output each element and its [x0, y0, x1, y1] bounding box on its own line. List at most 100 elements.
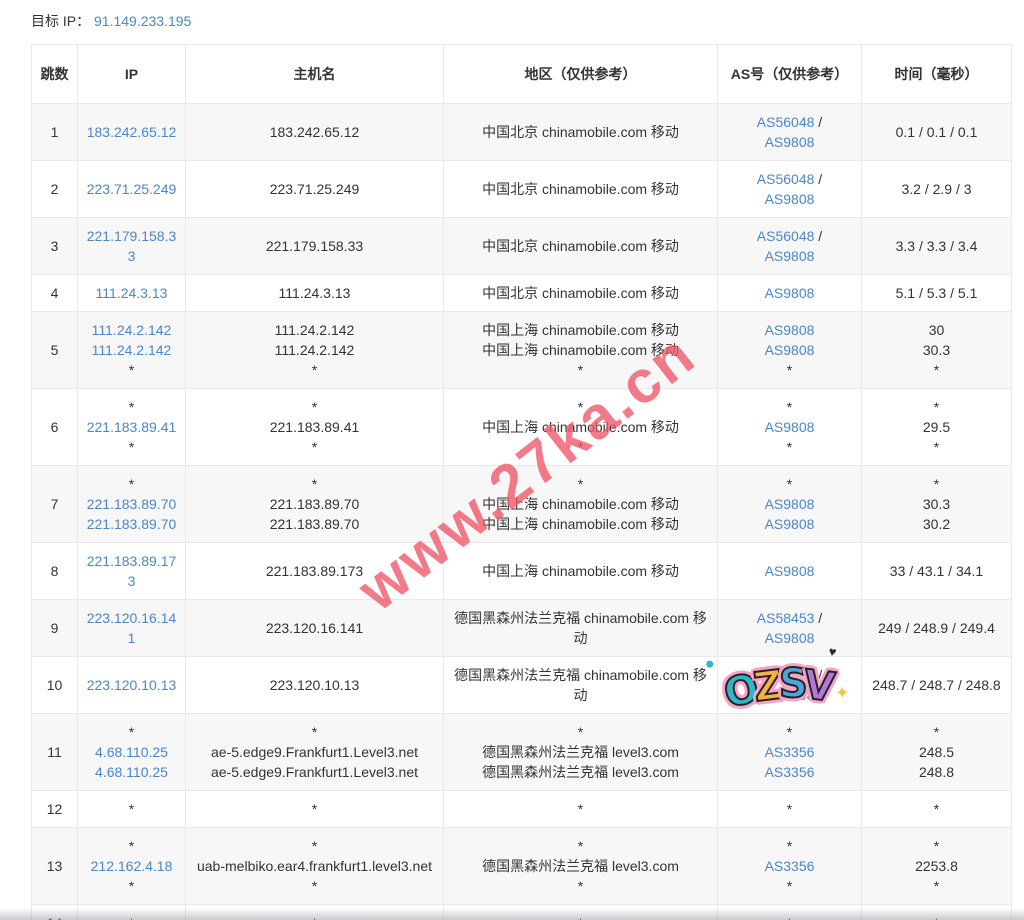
time-cell: 3030.3*: [862, 312, 1012, 389]
ip-link[interactable]: 221.183.89.70: [87, 516, 177, 532]
region-cell: *: [444, 905, 718, 920]
asn-link[interactable]: AS58453: [757, 610, 815, 626]
ip-link[interactable]: 111.24.2.142: [92, 342, 172, 358]
asn-cell: AS58453 / AS9808: [718, 600, 862, 657]
asn-separator: /: [814, 667, 822, 683]
target-ip-line: 目标 IP： 91.149.233.195: [31, 11, 1011, 31]
ip-cell: *212.162.4.18*: [78, 828, 186, 905]
ip-cell: 183.242.65.12: [78, 104, 186, 161]
region-cell: *德国黑森州法兰克福 level3.com德国黑森州法兰克福 level3.co…: [444, 714, 718, 791]
hop-cell: 7: [32, 466, 78, 543]
host-cell: 221.179.158.33: [186, 218, 444, 275]
col-header-3: 地区（仅供参考）: [444, 45, 718, 104]
region-cell: 中国北京 chinamobile.com 移动: [444, 275, 718, 312]
ip-cell: 223.71.25.249: [78, 161, 186, 218]
asn-link[interactable]: AS56048: [757, 114, 815, 130]
table-row: 5111.24.2.142111.24.2.142*111.24.2.14211…: [32, 312, 1012, 389]
ip-link[interactable]: 212.162.4.18: [91, 858, 173, 874]
hop-cell: 9: [32, 600, 78, 657]
target-ip-link[interactable]: 91.149.233.195: [94, 13, 191, 29]
asn-cell: AS9808: [718, 543, 862, 600]
table-row: 2223.71.25.249223.71.25.249中国北京 chinamob…: [32, 161, 1012, 218]
host-cell: 111.24.2.142111.24.2.142*: [186, 312, 444, 389]
time-cell: *2253.8*: [862, 828, 1012, 905]
region-cell: 德国黑森州法兰克福 chinamobile.com 移动: [444, 657, 718, 714]
hop-cell: 12: [32, 791, 78, 828]
ip-link[interactable]: 221.183.89.70: [87, 496, 177, 512]
ip-link[interactable]: 4.68.110.25: [95, 764, 168, 780]
host-cell: 223.120.16.141: [186, 600, 444, 657]
host-cell: *221.183.89.70221.183.89.70: [186, 466, 444, 543]
asn-link[interactable]: AS9808: [765, 134, 815, 150]
region-cell: 中国北京 chinamobile.com 移动: [444, 161, 718, 218]
region-cell: 中国上海 chinamobile.com 移动中国上海 chinamobile.…: [444, 312, 718, 389]
time-cell: *: [862, 791, 1012, 828]
host-cell: 223.71.25.249: [186, 161, 444, 218]
asn-link[interactable]: AS9808: [765, 248, 815, 264]
time-cell: 33 / 43.1 / 34.1: [862, 543, 1012, 600]
asn-link[interactable]: AS9808: [765, 687, 815, 703]
ip-link[interactable]: 223.71.25.249: [87, 181, 177, 197]
asn-link[interactable]: AS9808: [765, 419, 815, 435]
asn-separator: /: [814, 610, 822, 626]
ip-link[interactable]: 111.24.2.142: [92, 322, 172, 338]
asn-link[interactable]: AS56048: [757, 171, 815, 187]
time-cell: *30.330.2: [862, 466, 1012, 543]
hop-cell: 2: [32, 161, 78, 218]
ip-cell: 111.24.3.13: [78, 275, 186, 312]
asn-link[interactable]: AS3356: [765, 744, 815, 760]
ip-link[interactable]: 223.120.10.13: [87, 677, 177, 693]
asn-link[interactable]: AS3356: [765, 764, 815, 780]
table-row: 10223.120.10.13223.120.10.13德国黑森州法兰克福 ch…: [32, 657, 1012, 714]
trace-table: 跳数IP主机名地区（仅供参考）AS号（仅供参考）时间（毫秒） 1183.242.…: [31, 44, 1012, 920]
host-cell: 111.24.3.13: [186, 275, 444, 312]
ip-cell: *: [78, 905, 186, 920]
asn-link[interactable]: AS9808: [765, 322, 815, 338]
ip-cell: 223.120.16.141: [78, 600, 186, 657]
asn-link[interactable]: AS3356: [765, 858, 815, 874]
hop-cell: 8: [32, 543, 78, 600]
ip-cell: 221.183.89.173: [78, 543, 186, 600]
ip-cell: 221.179.158.33: [78, 218, 186, 275]
time-cell: 3.3 / 3.3 / 3.4: [862, 218, 1012, 275]
region-cell: 中国北京 chinamobile.com 移动: [444, 104, 718, 161]
ip-link[interactable]: 221.183.89.41: [87, 419, 177, 435]
time-cell: 0.1 / 0.1 / 0.1: [862, 104, 1012, 161]
asn-separator: /: [814, 228, 822, 244]
asn-link[interactable]: AS9808: [765, 285, 815, 301]
table-row: 8221.183.89.173221.183.89.173中国上海 chinam…: [32, 543, 1012, 600]
table-row: 3221.179.158.33221.179.158.33中国北京 chinam…: [32, 218, 1012, 275]
host-cell: *: [186, 791, 444, 828]
asn-link[interactable]: AS9808: [765, 342, 815, 358]
table-row: 6*221.183.89.41**221.183.89.41**中国上海 chi…: [32, 389, 1012, 466]
hop-cell: 11: [32, 714, 78, 791]
region-cell: *中国上海 chinamobile.com 移动*: [444, 389, 718, 466]
asn-cell: AS9808: [718, 275, 862, 312]
region-cell: *: [444, 791, 718, 828]
host-cell: 221.183.89.173: [186, 543, 444, 600]
ip-link[interactable]: 221.179.158.33: [87, 228, 177, 264]
host-cell: *ae-5.edge9.Frankfurt1.Level3.netae-5.ed…: [186, 714, 444, 791]
hop-cell: 1: [32, 104, 78, 161]
ip-link[interactable]: 183.242.65.12: [87, 124, 177, 140]
asn-link[interactable]: AS9808: [765, 516, 815, 532]
asn-cell: AS56048 / AS9808: [718, 218, 862, 275]
region-cell: 德国黑森州法兰克福 chinamobile.com 移动: [444, 600, 718, 657]
asn-link[interactable]: AS9808: [765, 630, 815, 646]
target-ip-label: 目标 IP：: [31, 13, 90, 29]
ip-link[interactable]: 221.183.89.173: [87, 553, 177, 589]
col-header-0: 跳数: [32, 45, 78, 104]
asn-link[interactable]: AS58453: [757, 667, 815, 683]
asn-link[interactable]: AS9808: [765, 191, 815, 207]
asn-link[interactable]: AS9808: [765, 496, 815, 512]
ip-link[interactable]: 4.68.110.25: [95, 744, 168, 760]
asn-cell: *: [718, 791, 862, 828]
ip-link[interactable]: 111.24.3.13: [96, 285, 168, 301]
asn-cell: AS56048 /AS9808: [718, 161, 862, 218]
ip-link[interactable]: 223.120.16.141: [87, 610, 177, 646]
asn-link[interactable]: AS9808: [765, 563, 815, 579]
asn-link[interactable]: AS56048: [757, 228, 815, 244]
col-header-4: AS号（仅供参考）: [718, 45, 862, 104]
table-row: 9223.120.16.141223.120.16.141德国黑森州法兰克福 c…: [32, 600, 1012, 657]
region-cell: 中国北京 chinamobile.com 移动: [444, 218, 718, 275]
